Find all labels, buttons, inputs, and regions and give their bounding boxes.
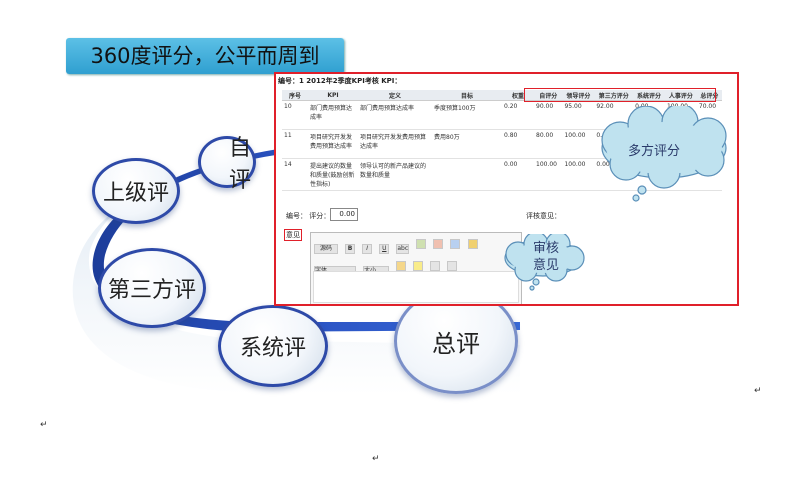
score-columns-highlight <box>524 88 716 102</box>
paragraph-mark: ↵ <box>754 386 762 396</box>
table-cell: 季度预算100万 <box>432 100 502 130</box>
bubble-total-label: 总评 <box>432 329 480 358</box>
table-cell: 部门费用预算达成率 <box>308 100 358 130</box>
bubble-third-party: 第三方评 <box>98 248 206 328</box>
table-cell: 0.20 <box>502 100 534 130</box>
table-cell: 90.00 <box>534 100 563 130</box>
bubble-system: 系统评 <box>218 305 328 387</box>
table-cell: 80.00 <box>534 129 563 159</box>
score-input[interactable]: 0.00 <box>330 208 358 221</box>
table-cell: 项目研究开发发费用预算达成率 <box>308 129 358 159</box>
table-cell: 11 <box>282 129 308 159</box>
table-cell <box>432 158 502 191</box>
bubble-system-label: 系统评 <box>239 336 306 361</box>
comment-label: 意见 <box>284 229 302 241</box>
column-header: 定义 <box>358 90 432 101</box>
highlight-color-icon[interactable] <box>413 261 424 271</box>
table-cell: 部门费用预算达成率 <box>358 100 432 130</box>
bold-button[interactable]: B <box>345 244 356 254</box>
source-button[interactable]: 源码 <box>314 244 338 254</box>
table-cell: 10 <box>282 100 308 130</box>
image-icon[interactable] <box>416 239 427 249</box>
paragraph-mark: ↵ <box>372 454 380 464</box>
table-cell: 100.00 <box>562 129 595 159</box>
table-cell: 0.00 <box>502 158 534 191</box>
bubble-self: 自评 <box>198 136 256 193</box>
smiley-icon[interactable] <box>467 239 478 249</box>
bubble-superior-label: 上级评 <box>102 181 169 206</box>
link-icon[interactable] <box>450 239 461 249</box>
table-cell: 100.00 <box>534 158 563 191</box>
score-label: 编号： 评分： <box>286 212 331 220</box>
bubble-superior: 上级评 <box>92 158 180 224</box>
callout-multi-score-label: 多方评分 <box>628 144 681 159</box>
bubble-third-party-label: 第三方评 <box>107 278 196 303</box>
table-cell: 提出建议的数量和质量(鼓励创新性指标) <box>308 158 358 191</box>
table-cell: 100.00 <box>562 158 595 191</box>
comment-editor[interactable]: 源码 B I U abc 字体 大小 ↶ ↷ <box>310 232 522 304</box>
align-icon[interactable] <box>430 261 441 271</box>
column-header: KPI <box>308 90 358 101</box>
italic-button[interactable]: I <box>362 244 373 254</box>
table-cell: 0.80 <box>502 129 534 159</box>
column-header: 序号 <box>282 90 308 101</box>
paragraph-mark: ↵ <box>40 420 48 430</box>
table-cell: 项目研究开发发费用预算达成率 <box>358 129 432 159</box>
table-cell: 领导认可的新产品建议的数量和质量 <box>358 158 432 191</box>
editor-text-area[interactable] <box>313 271 519 303</box>
strikethrough-button[interactable]: abc <box>396 244 410 254</box>
opinion-label: 评核意见： <box>526 212 561 220</box>
font-color-icon[interactable] <box>396 261 407 271</box>
panel-header: 编号：1 2012年2季度KPI考核 KPI： <box>278 77 402 85</box>
table-cell: 95.00 <box>562 100 595 130</box>
table-cell: 14 <box>282 158 308 191</box>
bubble-self-label: 自评 <box>229 136 252 193</box>
callout-review-opinion-label: 审核 意见 <box>532 241 559 273</box>
indent-icon[interactable] <box>447 261 458 271</box>
editor-toolbar-row1: 源码 B I U abc <box>311 233 521 257</box>
underline-button[interactable]: U <box>379 244 390 254</box>
table-icon[interactable] <box>433 239 444 249</box>
column-header: 目标 <box>432 90 502 101</box>
table-cell: 费用80万 <box>432 129 502 159</box>
